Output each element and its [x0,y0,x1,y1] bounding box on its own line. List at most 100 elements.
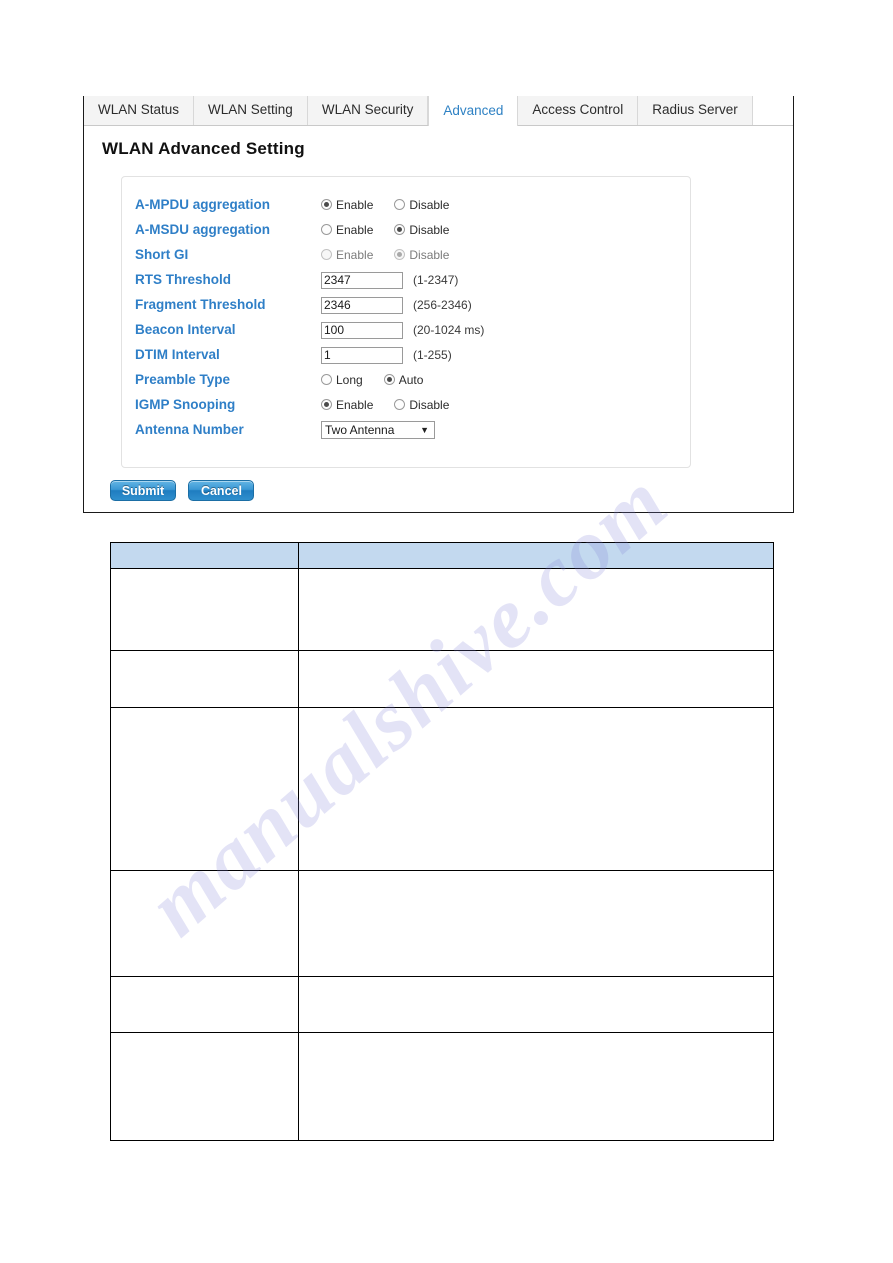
field-control: Enable Disable [321,195,449,215]
field-control: (20-1024 ms) [321,320,484,340]
parameter-description-table [110,542,774,1141]
radio-dot-icon [394,249,406,260]
table-cell-description [298,870,774,977]
field-label: IGMP Snooping [135,397,236,412]
select-value: Two Antenna [325,422,395,437]
table-row [110,650,774,708]
field-label: Antenna Number [135,422,244,437]
table-header-parameter [110,542,299,569]
select-antenna-number[interactable]: Two Antenna ▼ [321,420,435,439]
input-rts-threshold[interactable] [321,271,403,289]
table-cell-parameter [110,1032,299,1141]
radio-a-msdu-aggregation-disable[interactable]: Disable [394,220,449,240]
radio-dot-icon [321,374,332,385]
range-hint: (1-255) [413,348,452,362]
form-row: DTIM Interval (1-255) [122,345,690,370]
table-row [110,870,774,977]
table-head [110,542,774,569]
table-row [110,568,774,651]
field-label: Fragment Threshold [135,297,266,312]
cancel-button[interactable]: Cancel [188,480,255,501]
radio-dot-icon [394,199,406,210]
radio-short-gi-enable[interactable]: Enable [321,245,373,265]
submit-button[interactable]: Submit [110,480,176,501]
table-row [110,976,774,1033]
form-actions: Submit Cancel [110,480,255,501]
radio-label: Disable [409,248,450,262]
table-cell-parameter [110,976,299,1033]
field-control: Enable Disable [321,395,449,415]
radio-label: Enable [336,198,374,212]
radio-dot-icon [321,399,332,410]
tab-wlan-status[interactable]: WLAN Status [84,96,195,125]
radio-preamble-type-long[interactable]: Long [321,370,363,390]
radio-dot-icon [394,399,406,410]
field-control: (256-2346) [321,295,472,315]
form-row: A-MSDU aggregation Enable Disable [122,220,690,245]
range-hint: (20-1024 ms) [413,323,485,337]
table-cell-description [298,568,774,651]
range-hint: (256-2346) [413,298,472,312]
table-header-row [110,542,774,569]
range-hint: (1-2347) [413,273,459,287]
field-label: A-MSDU aggregation [135,222,270,237]
radio-dot-icon [321,224,332,235]
field-label: Short GI [135,247,189,262]
radio-label: Disable [409,398,450,412]
table-header-description [298,542,774,569]
table-cell-parameter [110,650,299,708]
radio-dot-icon [383,374,395,385]
form-row: Preamble Type Long Auto [122,370,690,395]
field-label: A-MPDU aggregation [135,197,270,212]
field-control: Enable Disable [321,245,449,265]
tab-wlan-security[interactable]: WLAN Security [307,96,429,125]
field-label: Beacon Interval [135,322,236,337]
tab-radius-server[interactable]: Radius Server [638,96,753,125]
radio-label: Disable [409,223,450,237]
table-cell-parameter [110,568,299,651]
radio-label: Disable [409,198,450,212]
radio-label: Auto [398,373,424,387]
field-control: (1-255) [321,345,452,365]
radio-short-gi-disable[interactable]: Disable [394,245,449,265]
radio-dot-icon [394,224,406,235]
radio-preamble-type-auto[interactable]: Auto [383,370,424,390]
field-control: Two Antenna ▼ [321,420,435,440]
radio-igmp-snooping-disable[interactable]: Disable [394,395,449,415]
radio-label: Enable [336,398,374,412]
radio-igmp-snooping-enable[interactable]: Enable [321,395,373,415]
field-label: Preamble Type [135,372,231,387]
wlan-advanced-panel: WLAN Status WLAN Setting WLAN Security Adva… [83,96,794,513]
input-dtim-interval[interactable] [321,346,403,364]
radio-label: Enable [336,248,374,262]
input-beacon-interval[interactable] [321,321,403,339]
tab-access-control[interactable]: Access Control [518,96,639,125]
radio-a-mpdu-aggregation-disable[interactable]: Disable [394,195,449,215]
radio-a-mpdu-aggregation-enable[interactable]: Enable [321,195,373,215]
tab-bar-filler [752,96,793,125]
table-row [110,707,774,871]
form-row: Short GI Enable Disable [122,245,690,270]
tab-wlan-setting[interactable]: WLAN Setting [194,96,308,125]
field-label: RTS Threshold [135,272,232,287]
table-cell-description [298,1032,774,1141]
table-cell-parameter [110,707,299,871]
input-fragment-threshold[interactable] [321,296,403,314]
table-cell-description [298,976,774,1033]
field-control: Long Auto [321,370,423,390]
form-row: Fragment Threshold (256-2346) [122,295,690,320]
radio-label: Long [336,373,363,387]
form-row: IGMP Snooping Enable Disable [122,395,690,420]
form-row: RTS Threshold (1-2347) [122,270,690,295]
form-row: Beacon Interval (20-1024 ms) [122,320,690,345]
table-row [110,1032,774,1141]
radio-a-msdu-aggregation-enable[interactable]: Enable [321,220,373,240]
chevron-down-icon: ▼ [420,424,429,435]
tab-advanced[interactable]: Advanced [428,96,519,126]
page-title: WLAN Advanced Setting [102,139,305,158]
radio-dot-icon [321,199,332,210]
radio-label: Enable [336,223,374,237]
field-label: DTIM Interval [135,347,220,362]
field-control: (1-2347) [321,270,458,290]
advanced-settings-fieldset: A-MPDU aggregation Enable Disable A-MSDU ag… [121,176,691,468]
